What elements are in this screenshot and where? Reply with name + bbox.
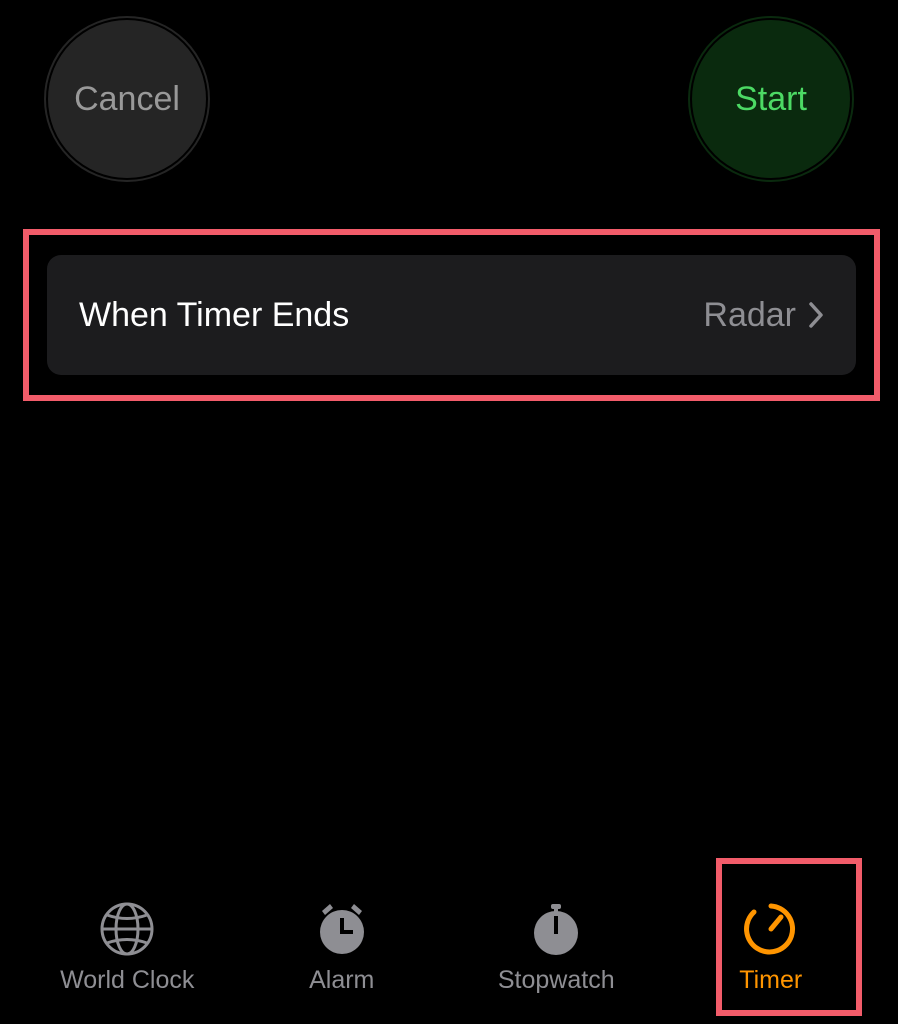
when-timer-ends-row[interactable]: When Timer Ends Radar bbox=[47, 255, 856, 375]
when-timer-ends-label: When Timer Ends bbox=[79, 296, 703, 335]
timer-icon bbox=[742, 898, 800, 960]
alarm-clock-icon bbox=[313, 898, 371, 960]
tab-alarm[interactable]: Alarm bbox=[252, 898, 432, 995]
tab-world-clock[interactable]: World Clock bbox=[37, 898, 217, 995]
tab-stopwatch[interactable]: Stopwatch bbox=[466, 898, 646, 995]
start-button[interactable]: Start bbox=[692, 20, 850, 178]
chevron-right-icon bbox=[808, 301, 824, 329]
stopwatch-icon bbox=[527, 898, 585, 960]
when-timer-ends-value: Radar bbox=[703, 296, 796, 335]
cancel-button[interactable]: Cancel bbox=[48, 20, 206, 178]
when-timer-ends-highlight: When Timer Ends Radar bbox=[23, 229, 880, 401]
tab-alarm-label: Alarm bbox=[309, 966, 374, 995]
tab-timer-label: Timer bbox=[739, 966, 802, 995]
tab-world-clock-label: World Clock bbox=[60, 966, 194, 995]
top-button-row: Cancel Start bbox=[0, 20, 898, 178]
tab-stopwatch-label: Stopwatch bbox=[498, 966, 615, 995]
globe-icon bbox=[98, 898, 156, 960]
tab-bar: World Clock Alarm Stopwatch bbox=[0, 876, 898, 1024]
cancel-button-label: Cancel bbox=[74, 80, 180, 119]
tab-timer[interactable]: Timer bbox=[681, 898, 861, 995]
start-button-label: Start bbox=[735, 80, 807, 119]
